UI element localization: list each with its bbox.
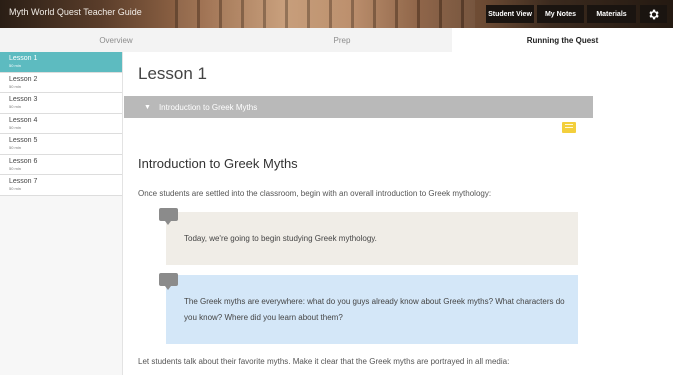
lesson-name: Lesson 3 — [9, 96, 38, 103]
speech-bubble-icon — [159, 208, 178, 225]
tab-overview[interactable]: Overview — [0, 28, 232, 52]
my-notes-button[interactable]: My Notes — [537, 5, 584, 23]
lesson-duration: 50 min — [9, 83, 22, 89]
tab-running-the-quest[interactable]: Running the Quest — [452, 28, 673, 52]
header-banner-image — [175, 0, 475, 28]
lesson-duration: 50 min — [9, 104, 22, 109]
main-content: Lesson 1 ▼ Introduction to Greek Myths I… — [124, 52, 673, 375]
section-toggle-bar[interactable]: ▼ Introduction to Greek Myths — [124, 96, 593, 118]
discussion-question-text: The Greek myths are everywhere: what do … — [184, 296, 565, 322]
lesson-name: Lesson 4 — [9, 116, 38, 124]
lesson-duration: 50 min — [9, 124, 22, 130]
tab-prep[interactable]: Prep — [232, 28, 452, 52]
speech-bubble-icon — [159, 273, 178, 290]
app-title: Myth World Quest Teacher Guide — [9, 7, 142, 17]
discussion-question-box: The Greek myths are everywhere: what do … — [166, 275, 578, 344]
lesson-duration: 50 min — [9, 165, 22, 171]
sidebar-item-lesson-4[interactable]: Lesson 4 50 min — [0, 113, 122, 134]
materials-button[interactable]: Materials — [587, 5, 636, 23]
section-heading: Introduction to Greek Myths — [138, 156, 298, 171]
sidebar-item-lesson-7[interactable]: Lesson 7 50 min — [0, 175, 122, 196]
section-bar-label: Introduction to Greek Myths — [158, 102, 258, 112]
sidebar-item-lesson-1[interactable]: Lesson 1 50 min — [0, 52, 122, 73]
triangle-down-icon: ▼ — [144, 103, 151, 111]
lesson-name: Lesson 7 — [9, 178, 38, 185]
lesson-duration: 50 min — [9, 145, 22, 150]
lesson-name: Lesson 5 — [9, 137, 38, 144]
note-icon[interactable] — [562, 122, 576, 133]
lesson-name: Lesson 2 — [9, 75, 38, 83]
gear-icon — [649, 9, 659, 19]
sidebar-item-lesson-6[interactable]: Lesson 6 50 min — [0, 154, 122, 175]
page-title: Lesson 1 — [138, 64, 207, 83]
lesson-duration: 50 min — [9, 63, 22, 68]
sidebar-item-lesson-3[interactable]: Lesson 3 50 min — [0, 93, 122, 114]
teacher-script-box: Today, we're going to begin studying Gre… — [166, 212, 578, 265]
sidebar-item-lesson-2[interactable]: Lesson 2 50 min — [0, 72, 122, 93]
lesson-name: Lesson 1 — [9, 55, 38, 62]
lesson-sidebar: Lesson 1 50 min Lesson 2 50 min Lesson 3… — [0, 52, 123, 375]
lesson-name: Lesson 6 — [9, 157, 38, 165]
student-view-button[interactable]: Student View — [486, 5, 534, 23]
sidebar-item-lesson-5[interactable]: Lesson 5 50 min — [0, 134, 122, 155]
settings-button[interactable] — [640, 5, 667, 23]
header-bar: Myth World Quest Teacher Guide Student V… — [0, 0, 673, 28]
teacher-script-text: Today, we're going to begin studying Gre… — [184, 233, 377, 243]
tab-bar: Overview Prep Running the Quest — [0, 28, 673, 52]
lesson-duration: 50 min — [9, 186, 22, 191]
intro-paragraph: Once students are settled into the class… — [138, 189, 492, 198]
closing-paragraph: Let students talk about their favorite m… — [138, 357, 510, 366]
